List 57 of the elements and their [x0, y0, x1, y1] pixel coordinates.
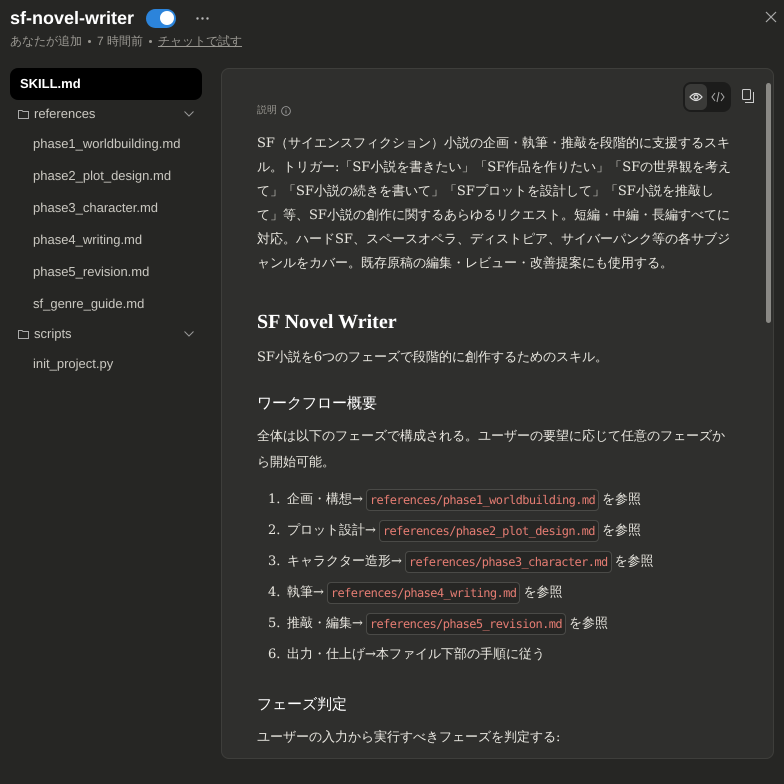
list-item-text: 推敲・編集→: [287, 614, 363, 633]
file-item[interactable]: init_project.py: [10, 348, 202, 380]
folder-icon: [18, 109, 29, 119]
toggle-switch[interactable]: [146, 8, 176, 28]
folder-icon: [18, 329, 29, 339]
list-item-text: を参照: [602, 522, 641, 540]
scrollbar-thumb[interactable]: [766, 83, 771, 323]
code-path: references/phase2_plot_design.md: [378, 520, 599, 542]
code-icon: [711, 91, 725, 103]
folder-item[interactable]: scripts: [10, 320, 202, 348]
file-item[interactable]: phase2_plot_design.md: [10, 160, 202, 192]
description-text: SF（サイエンスフィクション）小説の企画・執筆・推敲を段階的に支援するスキル。トリガー:「SF小説を書きたい」「SF作品を作りたい」「SFの世界観を考えて」「SF小説の続きを書いて」「SFプロットを設計して」「SF小説を推敲して」等、SF小説の創作に関するあらゆるリクエスト。短編・中編・長編すべてに対応。ハードSF、スペースオペラ、ディストピア、サイバーパンク等の各サブジャンルをカバー。既存原稿の編集・レビュー・改善提案にも使用する。: [257, 135, 732, 273]
code-path: references/phase1_worldbuilding.md: [366, 488, 600, 510]
file-item[interactable]: SKILL.md: [10, 68, 202, 100]
code-path: references/phase4_writing.md: [326, 582, 520, 604]
list-number: 1.: [268, 490, 282, 509]
code-path: references/phase3_character.md: [404, 550, 612, 572]
file-item[interactable]: phase4_writing.md: [10, 224, 202, 256]
list-item-text: を参照: [614, 552, 654, 571]
eye-icon: [689, 90, 703, 104]
list-item-text: キャラクター造形→: [287, 552, 402, 571]
document-heading: SF Novel Writer: [257, 310, 398, 335]
list-number: 4.: [268, 584, 282, 602]
list-item-text: を参照: [569, 614, 608, 633]
paragraph-text: ユーザーの入力から実行すべきフェーズを判定する:: [257, 729, 562, 747]
chevron-down-icon: [184, 331, 194, 337]
list-number: 6.: [268, 646, 282, 664]
folder-item[interactable]: references: [10, 100, 202, 128]
added-by-text: あなたが追加: [10, 33, 82, 50]
skill-title: sf-novel-writer: [10, 6, 134, 30]
more-icon[interactable]: [196, 16, 210, 20]
timestamp-text: 7 時間前: [97, 33, 144, 50]
preview-button[interactable]: [685, 84, 707, 110]
list-item-text: を参照: [523, 584, 562, 602]
paragraph-text: 全体は以下のフェーズで構成される。ユーザーの要望に応じて任意のフェーズから開始可能。: [257, 428, 726, 472]
close-icon[interactable]: [765, 11, 777, 23]
info-icon: [281, 106, 291, 116]
list-number: 5.: [268, 614, 282, 633]
file-item[interactable]: phase1_worldbuilding.md: [10, 128, 202, 160]
file-item[interactable]: phase3_character.md: [10, 192, 202, 224]
list-item-text: を参照: [602, 490, 642, 509]
section-heading: ワークフロー概要: [257, 393, 378, 414]
code-path: references/phase5_revision.md: [366, 612, 566, 634]
file-item[interactable]: phase5_revision.md: [10, 256, 202, 288]
section-heading: フェーズ判定: [257, 694, 348, 715]
chevron-down-icon: [184, 111, 194, 117]
list-item-text: プロット設計→: [287, 522, 376, 540]
description-label: 説明: [257, 104, 277, 118]
file-item[interactable]: sf_genre_guide.md: [10, 288, 202, 320]
list-item-text: 企画・構想→: [287, 490, 363, 509]
list-number: 2.: [268, 522, 282, 540]
list-number: 3.: [268, 552, 282, 571]
copy-icon[interactable]: [742, 89, 754, 103]
try-in-chat-link[interactable]: チャットで試す: [158, 32, 242, 50]
paragraph-text: SF小説を6つのフェーズで段階的に創作するためのスキル。: [257, 349, 610, 367]
list-item-text: 執筆→: [287, 584, 324, 602]
list-item-text: 出力・仕上げ→本ファイル下部の手順に従う: [287, 646, 545, 664]
